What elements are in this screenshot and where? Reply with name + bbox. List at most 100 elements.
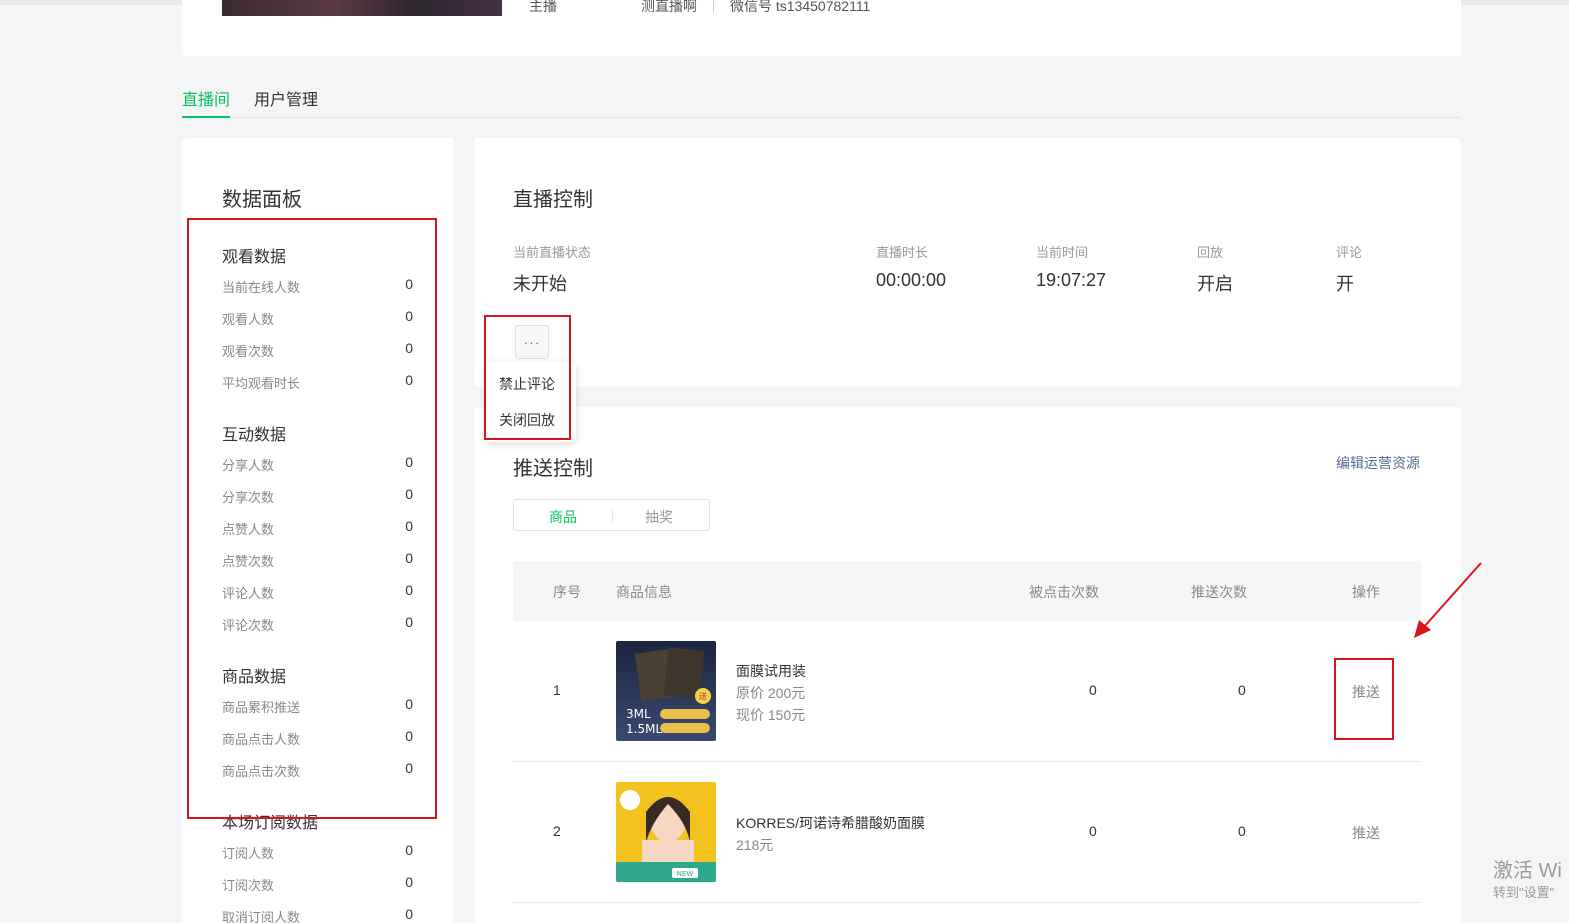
comment-label: 评论	[1336, 245, 1363, 260]
table-header: 序号 商品信息 被点击次数 推送次数 操作	[513, 561, 1421, 621]
edit-operation-resource-link[interactable]: 编辑运营资源	[1336, 453, 1420, 473]
stat-label: 观看人数	[222, 312, 275, 327]
push-control-panel: 推送控制 编辑运营资源 商品 抽奖 序号 商品信息 被点击次数 推送次数 操作 …	[474, 407, 1461, 923]
stat-label: 商品累积推送	[222, 700, 301, 715]
stat-value: 0	[405, 550, 413, 566]
live-control-panel: 直播控制 当前直播状态 未开始 直播时长 00:00:00 当前时间 19:07…	[474, 138, 1461, 387]
stat-label: 订阅次数	[222, 878, 275, 893]
product-price: 218元	[736, 837, 774, 853]
product-current-price: 现价 150元	[736, 707, 806, 723]
column-header: 商品信息	[616, 584, 672, 600]
stat-value: 0	[405, 614, 413, 630]
data-panel-title: 数据面板	[222, 189, 302, 211]
product-original-price: 原价 200元	[736, 685, 806, 701]
more-options-button[interactable]: ···	[515, 325, 549, 359]
stat-label: 订阅人数	[222, 846, 275, 861]
anchor-info-card: 主播 测直播啊 微信号 ts13450782111	[182, 0, 1461, 56]
role-label: 主播	[529, 0, 557, 14]
svg-text:送: 送	[699, 691, 707, 701]
svg-text:1.5ML: 1.5ML	[626, 722, 662, 736]
product-image: 送 3ML 1.5ML	[616, 641, 716, 741]
product-name: 面膜试用装	[736, 663, 806, 679]
live-status-label: 当前直播状态	[513, 245, 592, 260]
product-name: KORRES/珂诺诗希腊酸奶面膜	[736, 815, 926, 831]
group-title-products: 商品数据	[222, 669, 287, 686]
activation-watermark-subtitle: 转到"设置"	[1493, 885, 1555, 900]
table-row: 1 送 3ML 1.5ML 面膜试用装 原价 200元 现价 150元 0 0 …	[513, 621, 1421, 762]
segment-lottery[interactable]: 抽奖	[645, 507, 673, 527]
segment-divider	[612, 509, 613, 523]
column-header: 推送次数	[1191, 584, 1247, 600]
live-status-value: 未开始	[513, 274, 567, 294]
current-time-value: 19:07:27	[1036, 270, 1107, 290]
tab-user-management[interactable]: 用户管理	[254, 86, 318, 118]
replay-value: 开启	[1197, 274, 1233, 294]
stat-value: 0	[405, 308, 413, 324]
stat-label: 点赞人数	[222, 522, 275, 537]
live-duration-label: 直播时长	[876, 245, 929, 260]
svg-text:NEW: NEW	[677, 870, 694, 878]
push-type-segment: 商品 抽奖	[513, 499, 710, 531]
stat-label: 评论人数	[222, 586, 275, 601]
stat-value: 0	[405, 582, 413, 598]
stat-label: 观看次数	[222, 344, 275, 359]
stat-value: 0	[405, 372, 413, 388]
push-count: 0	[1238, 823, 1246, 839]
stat-value: 0	[405, 276, 413, 292]
product-image: NEW	[616, 782, 716, 882]
divider	[713, 0, 714, 12]
column-header: 操作	[1352, 584, 1380, 600]
group-title-interaction: 互动数据	[222, 427, 287, 444]
stat-label: 点赞次数	[222, 554, 275, 569]
menu-item-disable-comments[interactable]: 禁止评论	[499, 374, 555, 394]
live-cover-thumbnail	[222, 0, 502, 16]
push-button[interactable]: 推送	[1352, 682, 1380, 702]
segment-products[interactable]: 商品	[549, 507, 577, 527]
group-title-viewing: 观看数据	[222, 249, 287, 266]
stat-value: 0	[405, 874, 413, 890]
more-icon: ···	[523, 334, 541, 350]
row-index: 2	[553, 823, 561, 839]
annotation-arrow-icon	[1414, 562, 1482, 638]
live-duration-value: 00:00:00	[876, 270, 947, 290]
replay-label: 回放	[1197, 245, 1224, 260]
main-tabs: 直播间 用户管理	[182, 82, 1461, 118]
stat-label: 取消订阅人数	[222, 910, 301, 923]
live-control-title: 直播控制	[513, 189, 593, 211]
stat-label: 平均观看时长	[222, 376, 301, 391]
push-control-title: 推送控制	[513, 458, 593, 480]
comment-value: 开	[1336, 274, 1354, 294]
stat-label: 商品点击次数	[222, 764, 301, 779]
stat-value: 0	[405, 340, 413, 356]
stat-value: 0	[405, 518, 413, 534]
stat-label: 当前在线人数	[222, 280, 301, 295]
stat-value: 0	[405, 906, 413, 922]
push-button[interactable]: 推送	[1352, 823, 1380, 843]
stat-label: 分享人数	[222, 458, 275, 473]
tab-live-room[interactable]: 直播间	[182, 86, 231, 118]
stat-value: 0	[405, 486, 413, 502]
table-row: 2 NEW KORRES/珂诺诗希腊酸奶面膜 218元 0 0 推送	[513, 762, 1421, 903]
current-time-label: 当前时间	[1036, 245, 1089, 260]
stat-value: 0	[405, 842, 413, 858]
stat-value: 0	[405, 454, 413, 470]
menu-item-close-replay[interactable]: 关闭回放	[499, 410, 555, 430]
wechat-id: 微信号 ts13450782111	[730, 0, 871, 14]
group-title-subscription: 本场订阅数据	[222, 815, 319, 832]
click-count: 0	[1089, 682, 1097, 698]
anchor-name: 测直播啊	[641, 0, 697, 14]
stat-label: 评论次数	[222, 618, 275, 633]
stat-label: 分享次数	[222, 490, 275, 505]
click-count: 0	[1089, 823, 1097, 839]
data-panel: 数据面板 观看数据 当前在线人数 0 观看人数 0 观看次数 0 平均观看时长 …	[182, 138, 454, 923]
stat-value: 0	[405, 760, 413, 776]
more-options-menu: 禁止评论 关闭回放	[486, 362, 576, 442]
row-index: 1	[553, 682, 561, 698]
column-header: 被点击次数	[1029, 584, 1099, 600]
stat-value: 0	[405, 728, 413, 744]
svg-text:3ML: 3ML	[626, 707, 651, 721]
activation-watermark-title: 激活 Wi	[1493, 860, 1562, 882]
stat-value: 0	[405, 696, 413, 712]
stat-label: 商品点击人数	[222, 732, 301, 747]
push-count: 0	[1238, 682, 1246, 698]
